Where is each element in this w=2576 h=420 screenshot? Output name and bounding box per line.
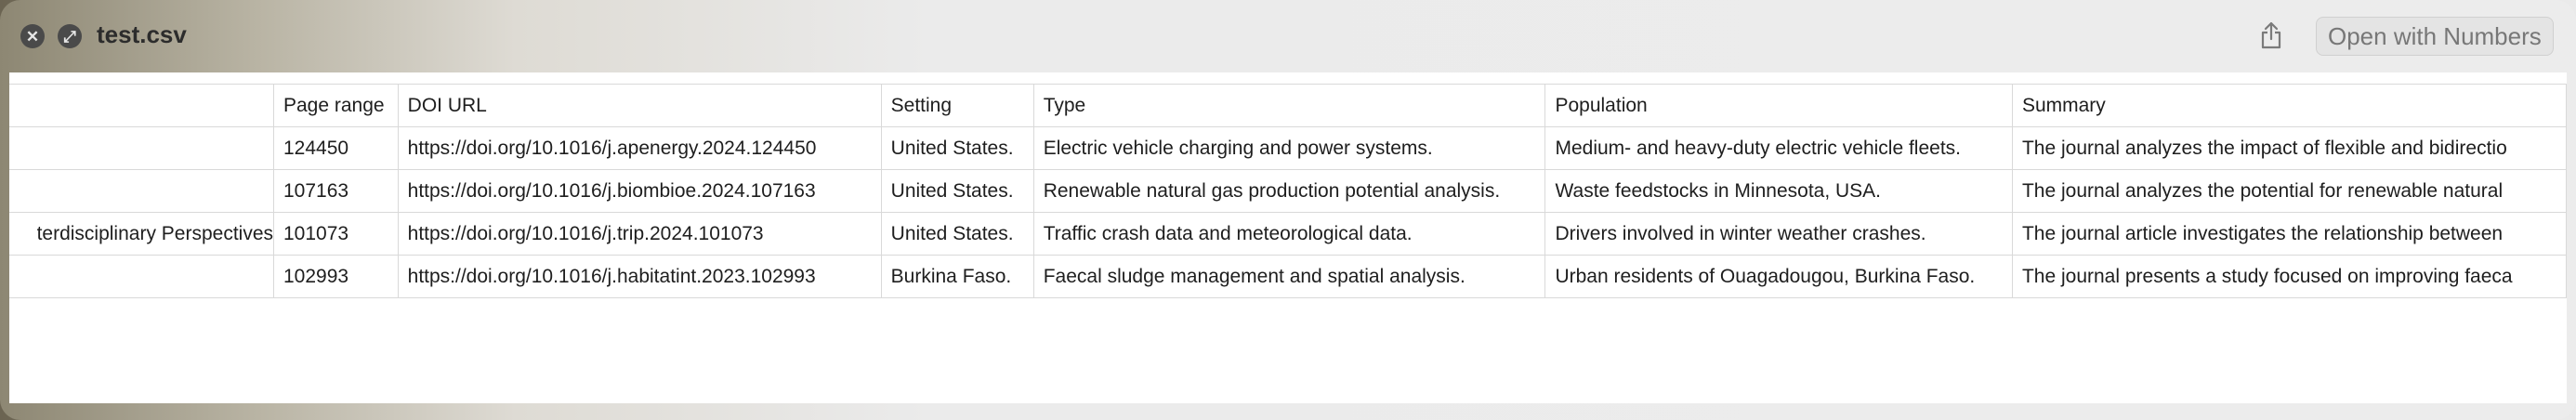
share-button[interactable]: [2253, 19, 2290, 52]
column-header[interactable]: Summary: [2011, 84, 2567, 127]
window-title: test.csv: [97, 20, 187, 48]
table-cell[interactable]: https://doi.org/10.1016/j.trip.2024.1010…: [397, 212, 882, 256]
table-row: terdisciplinary Perspectives 101073 http…: [9, 212, 2567, 256]
table-cell[interactable]: Renewable natural gas production potenti…: [1032, 169, 1546, 213]
table-cell[interactable]: [9, 255, 274, 298]
column-header[interactable]: Population: [1544, 84, 2013, 127]
column-header[interactable]: [9, 84, 274, 127]
table-cell[interactable]: [9, 169, 274, 213]
table-cell[interactable]: https://doi.org/10.1016/j.biombioe.2024.…: [397, 169, 882, 213]
table-cell[interactable]: United States.: [880, 212, 1034, 256]
table-cell[interactable]: [9, 126, 274, 170]
table-cell[interactable]: 107163: [273, 169, 399, 213]
table-cell[interactable]: Urban residents of Ouagadougou, Burkina …: [1544, 255, 2013, 298]
close-icon[interactable]: ✕: [20, 24, 45, 48]
column-header[interactable]: Setting: [880, 84, 1034, 127]
table-cell[interactable]: 101073: [273, 212, 399, 256]
table-cell[interactable]: The journal article investigates the rel…: [2011, 212, 2567, 256]
table-cell[interactable]: The journal analyzes the potential for r…: [2011, 169, 2567, 213]
csv-table: Page range DOI URL Setting Type Populati…: [9, 84, 2567, 298]
table-cell[interactable]: Drivers involved in winter weather crash…: [1544, 212, 2013, 256]
share-icon: [2261, 21, 2281, 49]
table-cell[interactable]: 124450: [273, 126, 399, 170]
column-header[interactable]: Type: [1032, 84, 1546, 127]
column-header[interactable]: Page range: [273, 84, 399, 127]
table-cell[interactable]: 102993: [273, 255, 399, 298]
expand-icon[interactable]: ⤢: [58, 24, 82, 48]
table-cell[interactable]: United States.: [880, 169, 1034, 213]
table-cell[interactable]: Faecal sludge management and spatial ana…: [1032, 255, 1546, 298]
table-cell[interactable]: United States.: [880, 126, 1034, 170]
table-cell[interactable]: The journal presents a study focused on …: [2011, 255, 2567, 298]
table-row: 124450 https://doi.org/10.1016/j.apenerg…: [9, 126, 2567, 170]
table-cell[interactable]: https://doi.org/10.1016/j.apenergy.2024.…: [397, 126, 882, 170]
table-cell[interactable]: Medium- and heavy-duty electric vehicle …: [1544, 126, 2013, 170]
table-cell[interactable]: Burkina Faso.: [880, 255, 1034, 298]
column-header[interactable]: DOI URL: [397, 84, 882, 127]
table-cell[interactable]: Waste feedstocks in Minnesota, USA.: [1544, 169, 2013, 213]
header-row: Page range DOI URL Setting Type Populati…: [9, 84, 2567, 127]
csv-preview: Page range DOI URL Setting Type Populati…: [9, 72, 2567, 403]
table-cell[interactable]: Electric vehicle charging and power syst…: [1032, 126, 1546, 170]
table-row: 102993 https://doi.org/10.1016/j.habitat…: [9, 255, 2567, 298]
quicklook-window: ✕ ⤢ test.csv Open with Numbers Page rang…: [0, 0, 2576, 420]
table-cell[interactable]: The journal analyzes the impact of flexi…: [2011, 126, 2567, 170]
table-row: 107163 https://doi.org/10.1016/j.biombio…: [9, 169, 2567, 213]
table-cell[interactable]: https://doi.org/10.1016/j.habitatint.202…: [397, 255, 882, 298]
table-cell[interactable]: Traffic crash data and meteorological da…: [1032, 212, 1546, 256]
title-bar: ✕ ⤢ test.csv Open with Numbers: [0, 0, 2576, 71]
table-cell[interactable]: terdisciplinary Perspectives: [9, 212, 274, 256]
open-with-numbers-button[interactable]: Open with Numbers: [2316, 17, 2554, 56]
